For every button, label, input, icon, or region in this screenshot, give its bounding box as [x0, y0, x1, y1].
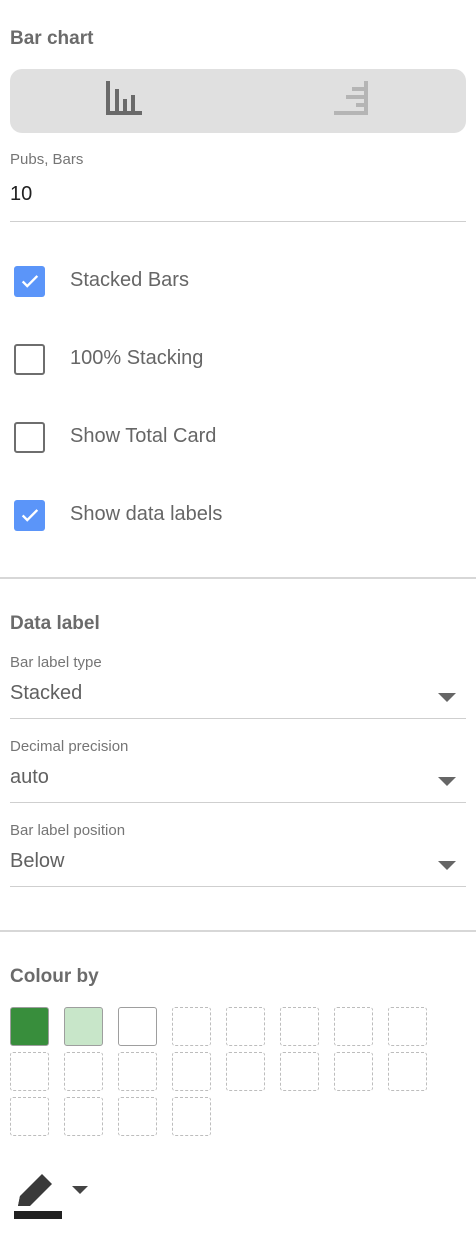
- show-data-labels-label: Show data labels: [70, 503, 223, 525]
- checkbox-row-show-total-card[interactable]: Show Total Card: [14, 421, 216, 453]
- selected-colour-bar: [14, 1211, 62, 1219]
- data-label-title: Data label: [10, 613, 100, 634]
- 100-stacking-checkbox[interactable]: [14, 343, 45, 375]
- stacked-bars-checkbox[interactable]: [14, 265, 45, 297]
- bar-label-position-label: Bar label position: [10, 822, 126, 839]
- empty-colour-slot[interactable]: [334, 1052, 373, 1091]
- empty-colour-slot[interactable]: [64, 1097, 103, 1136]
- empty-colour-slot[interactable]: [172, 1052, 211, 1091]
- pencil-icon: [18, 1174, 52, 1206]
- bar-label-position-value: Below: [10, 850, 65, 872]
- stacked-bars-label: Stacked Bars: [70, 269, 189, 291]
- chevron-down-icon: [438, 693, 456, 702]
- empty-colour-slot[interactable]: [172, 1007, 211, 1046]
- vertical-bars-icon: [104, 80, 144, 122]
- bars-field-input[interactable]: 10: [10, 183, 32, 206]
- bar-label-type-label: Bar label type: [10, 654, 102, 671]
- bar-label-position-dropdown[interactable]: Below: [10, 850, 466, 890]
- horizontal-bars-icon: [332, 80, 372, 122]
- decimal-precision-value: auto: [10, 766, 49, 788]
- dropdown-underline: [10, 718, 466, 719]
- checkbox-row-100-stacking[interactable]: 100% Stacking: [14, 343, 203, 375]
- empty-colour-slot[interactable]: [64, 1052, 103, 1091]
- empty-colour-slot[interactable]: [226, 1052, 265, 1091]
- bar-label-type-dropdown[interactable]: Stacked: [10, 682, 466, 722]
- chevron-down-icon: [438, 777, 456, 786]
- empty-colour-slot[interactable]: [118, 1097, 157, 1136]
- empty-colour-slot[interactable]: [10, 1097, 49, 1136]
- section-divider: [0, 930, 476, 932]
- checkbox-row-show-data-labels[interactable]: Show data labels: [14, 499, 222, 531]
- section-divider: [0, 577, 476, 579]
- orientation-toggle: [10, 69, 466, 133]
- vertical-bars-button[interactable]: [10, 69, 238, 133]
- colour-swatch[interactable]: [64, 1007, 103, 1046]
- chevron-down-icon[interactable]: [72, 1186, 88, 1194]
- empty-colour-slot[interactable]: [10, 1052, 49, 1091]
- empty-colour-slot[interactable]: [118, 1052, 157, 1091]
- empty-colour-slot[interactable]: [388, 1007, 427, 1046]
- empty-colour-slot[interactable]: [226, 1007, 265, 1046]
- chevron-down-icon: [438, 861, 456, 870]
- bar-chart-title: Bar chart: [10, 28, 94, 49]
- bars-field-label: Pubs, Bars: [10, 151, 84, 168]
- colour-swatch[interactable]: [118, 1007, 157, 1046]
- empty-colour-slot[interactable]: [388, 1052, 427, 1091]
- checkbox-row-stacked-bars[interactable]: Stacked Bars: [14, 265, 189, 297]
- colour-swatch[interactable]: [10, 1007, 49, 1046]
- dropdown-underline: [10, 886, 466, 887]
- bars-field-underline: [10, 221, 466, 222]
- show-total-card-checkbox[interactable]: [14, 421, 45, 453]
- empty-colour-slot[interactable]: [172, 1097, 211, 1136]
- show-total-card-label: Show Total Card: [70, 425, 217, 447]
- check-icon: [21, 509, 38, 522]
- empty-colour-slot[interactable]: [280, 1007, 319, 1046]
- show-data-labels-checkbox[interactable]: [14, 499, 45, 531]
- empty-colour-slot[interactable]: [280, 1052, 319, 1091]
- decimal-precision-label: Decimal precision: [10, 738, 129, 755]
- colour-by-title: Colour by: [10, 966, 99, 987]
- bar-label-type-value: Stacked: [10, 682, 83, 704]
- empty-colour-slot[interactable]: [334, 1007, 373, 1046]
- 100-stacking-label: 100% Stacking: [70, 347, 204, 369]
- dropdown-underline: [10, 802, 466, 803]
- check-icon: [21, 275, 38, 288]
- decimal-precision-dropdown[interactable]: auto: [10, 766, 466, 806]
- horizontal-bars-button[interactable]: [238, 69, 466, 133]
